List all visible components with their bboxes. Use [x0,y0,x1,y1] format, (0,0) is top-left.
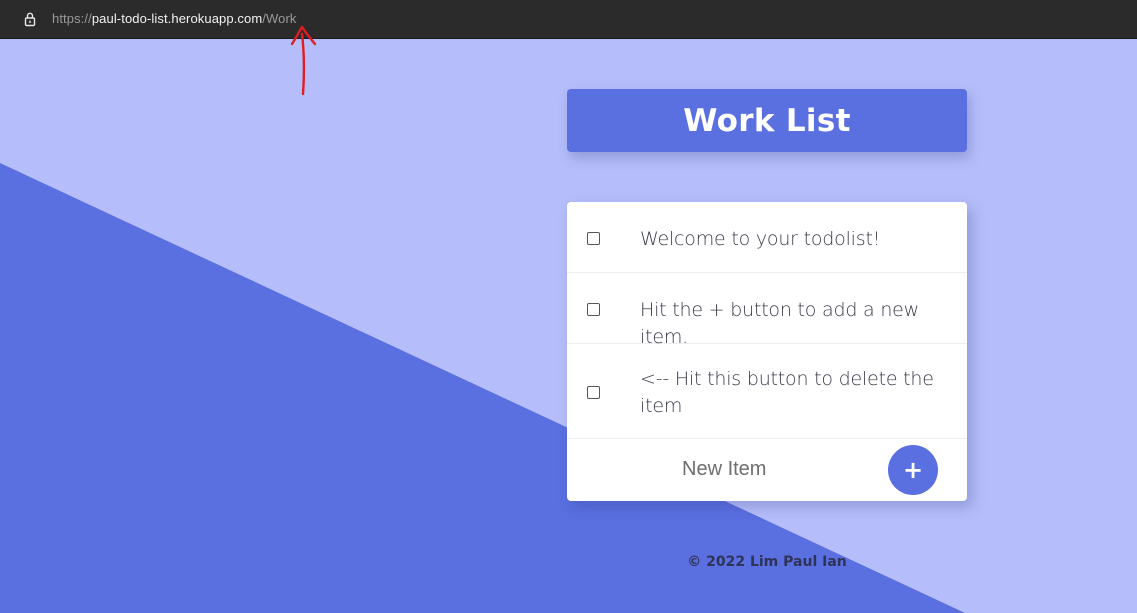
add-item-button[interactable]: + [888,445,938,495]
item-text: Welcome to your todolist! [640,228,881,250]
page-title-box: Work List [567,89,967,152]
item-checkbox[interactable] [587,303,600,316]
item-text: Hit the + button to add a new item. [640,299,920,348]
url-host: paul-todo-list.herokuapp.com [91,11,263,26]
url-scheme: https:// [52,11,92,26]
list-item: Hit the + button to add a new item. [567,273,967,348]
url-text[interactable]: https://paul-todo-list.herokuapp.com/Wor… [52,11,297,26]
footer-copyright: © 2022 Lim Paul Ian [687,554,847,570]
new-item-form: New Item + [567,439,967,501]
item-checkbox[interactable] [587,232,600,245]
list-item: <-- Hit this button to delete the item [567,344,967,439]
item-checkbox[interactable] [587,386,600,399]
lock-icon [23,11,37,27]
list-item: Welcome to your todolist! [567,202,967,273]
todo-card: Welcome to your todolist! Hit the + butt… [567,202,967,501]
new-item-input[interactable]: New Item [682,458,882,481]
hand-drawn-arrow-up-icon [290,25,317,96]
browser-address-bar: https://paul-todo-list.herokuapp.com/Wor… [0,0,1137,39]
item-text: <-- Hit this button to delete the item [640,368,934,417]
page-title: Work List [683,102,851,139]
